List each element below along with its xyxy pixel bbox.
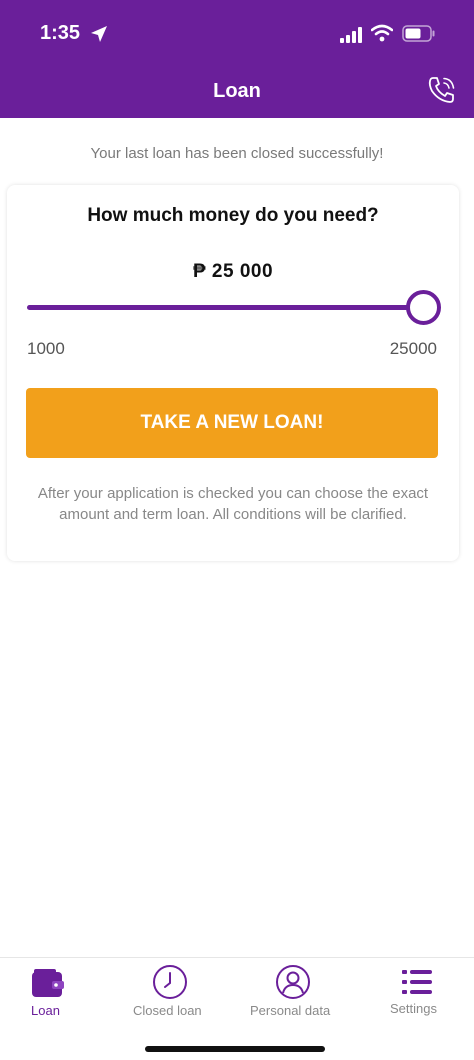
home-indicator <box>145 1046 325 1052</box>
loan-request-card: How much money do you need? ₱ 25 000 100… <box>7 185 459 561</box>
loan-note: After your application is checked you ca… <box>37 485 429 523</box>
loan-amount: ₱ 25 000 <box>192 261 274 282</box>
wifi-icon <box>371 24 393 42</box>
take-new-loan-button[interactable]: TAKE A NEW LOAN! <box>26 388 438 458</box>
list-icon <box>402 970 432 994</box>
user-icon <box>276 965 310 999</box>
signal-icon <box>340 27 362 43</box>
nav-item-settings[interactable]: Settings <box>384 958 454 1033</box>
slider-max-label: 25000 <box>389 339 437 358</box>
loan-screen: 1:35 Loan Your last loan has been closed… <box>0 0 474 1060</box>
status-time: 1:35 <box>40 22 81 44</box>
wallet-icon <box>32 969 64 997</box>
nav-label-loan: Loan <box>31 1003 60 1018</box>
nav-label-personal-data: Personal data <box>250 1003 331 1018</box>
slider-min-label: 1000 <box>27 339 65 358</box>
phone-call-icon[interactable] <box>426 74 458 106</box>
location-arrow-icon <box>91 26 107 42</box>
nav-label-closed-loan: Closed loan <box>133 1003 202 1018</box>
nav-label-settings: Settings <box>390 1001 437 1016</box>
page-title: Loan <box>213 80 261 102</box>
amount-slider-thumb[interactable] <box>405 290 441 325</box>
battery-icon <box>402 25 435 42</box>
nav-item-personal-data[interactable]: Personal data <box>246 958 346 1033</box>
clock-icon <box>153 965 187 999</box>
app-header: 1:35 Loan <box>0 0 474 118</box>
nav-item-loan[interactable]: Loan <box>18 958 78 1033</box>
loan-question: How much money do you need? <box>87 205 379 226</box>
success-banner: Your last loan has been closed successfu… <box>90 145 384 162</box>
bottom-nav: Loan Closed loan Personal data Settings <box>0 957 474 1060</box>
amount-slider-track[interactable] <box>27 305 423 310</box>
nav-item-closed-loan[interactable]: Closed loan <box>128 958 218 1033</box>
